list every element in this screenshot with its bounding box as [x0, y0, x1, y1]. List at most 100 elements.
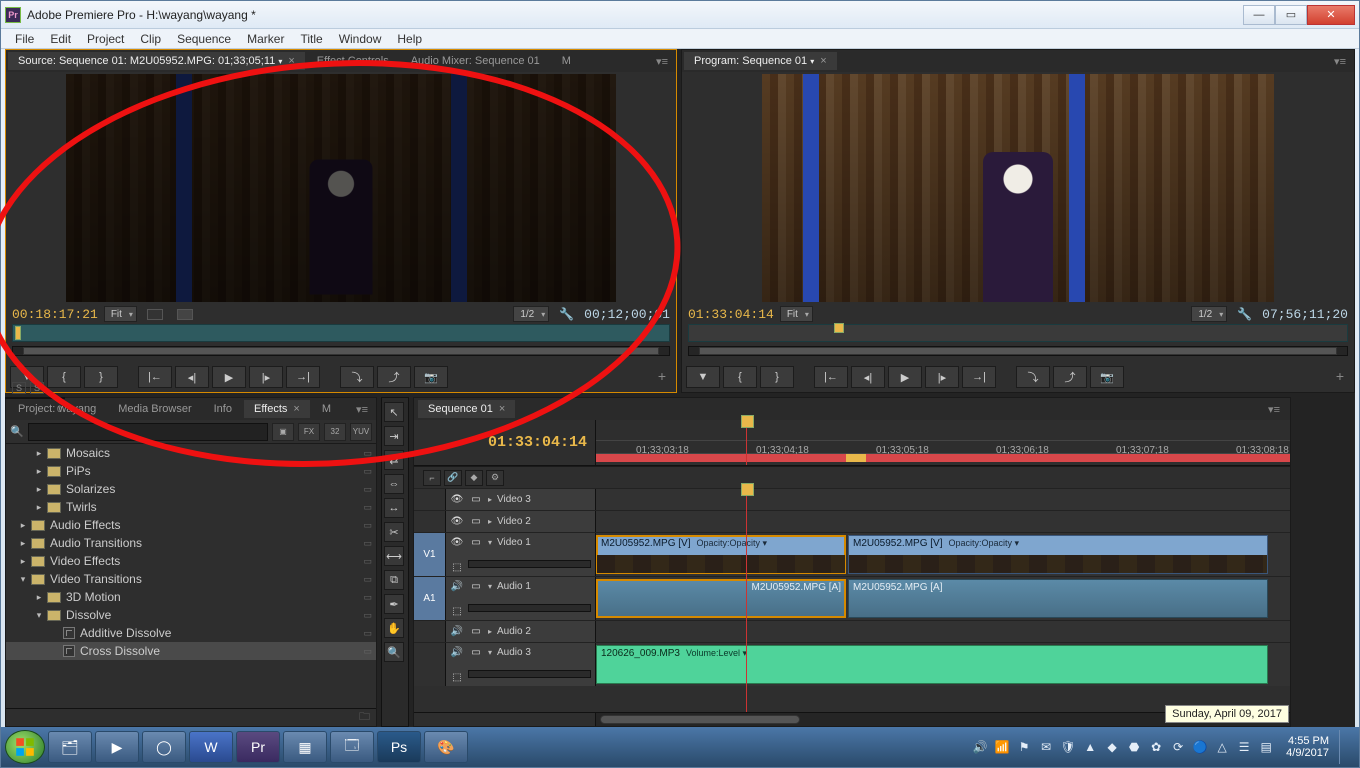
export-frame-button[interactable]: 📷 [1090, 366, 1124, 388]
play-button[interactable]: ▶ [888, 366, 922, 388]
mark-in-button[interactable]: { [47, 366, 81, 388]
slip-tool[interactable]: ⟷ [384, 546, 404, 566]
sync-lock-icon[interactable]: ⬚ [450, 560, 464, 574]
lock-icon[interactable]: ▭ [469, 493, 483, 507]
volume-icon[interactable]: 🔊 [972, 739, 988, 755]
disclosure-icon[interactable]: ▸ [18, 556, 28, 567]
effects-folder[interactable]: ▾Video Transitions▭ [6, 570, 376, 588]
step-back-button[interactable]: ◂| [175, 366, 209, 388]
slide-tool[interactable]: ⧉ [384, 570, 404, 590]
effects-folder[interactable]: ▸Audio Effects▭ [6, 516, 376, 534]
panel-menu-icon[interactable]: ▾≡ [1262, 403, 1286, 416]
output-icon[interactable] [177, 309, 193, 320]
menu-clip[interactable]: Clip [132, 30, 169, 48]
track-lane-v3[interactable] [596, 489, 1290, 510]
insert-button[interactable]: ⤵ [340, 366, 374, 388]
menu-help[interactable]: Help [389, 30, 430, 48]
track-select-tool[interactable]: ⇥ [384, 426, 404, 446]
taskbar-premiere[interactable]: Pr [236, 731, 280, 763]
button-editor-icon[interactable]: + [1330, 366, 1350, 386]
metadata-tab[interactable]: M [552, 52, 581, 70]
overwrite-button[interactable]: ⤴ [377, 366, 411, 388]
program-scrub-bar[interactable] [688, 324, 1348, 342]
lock-icon[interactable]: ▭ [469, 645, 483, 659]
effects-folder[interactable]: ▸Video Effects▭ [6, 552, 376, 570]
taskbar-paint[interactable]: 🎨 [424, 731, 468, 763]
source-res-dropdown[interactable]: 1/2 [513, 306, 549, 322]
eye-icon[interactable]: 👁 [450, 515, 464, 529]
lock-icon[interactable]: ▭ [469, 535, 483, 549]
extract-button[interactable]: ⤴ [1053, 366, 1087, 388]
32bit-toggle[interactable]: 32 [324, 423, 346, 441]
menu-project[interactable]: Project [79, 30, 132, 48]
step-forward-button[interactable]: |▸ [249, 366, 283, 388]
effects-folder[interactable]: ▸PiPs▭ [6, 462, 376, 480]
speaker-icon[interactable]: 🔊 [450, 579, 464, 593]
disclosure-icon[interactable]: ▾ [18, 574, 28, 585]
tray-icon[interactable]: △ [1214, 739, 1230, 755]
lift-button[interactable]: ⤵ [1016, 366, 1050, 388]
taskbar-clock[interactable]: 4:55 PM 4/9/2017 [1280, 735, 1329, 759]
program-viewer[interactable] [762, 74, 1274, 302]
source-scroll-bar[interactable] [12, 346, 670, 356]
settings-toggle[interactable]: ⚙ [486, 470, 504, 486]
pen-tool[interactable]: ✒ [384, 594, 404, 614]
effects-folder[interactable]: ▸Audio Transitions▭ [6, 534, 376, 552]
yuv-toggle[interactable]: YUV [350, 423, 372, 441]
add-marker-button[interactable]: ▼ [686, 366, 720, 388]
effects-folder[interactable]: ▾Dissolve▭ [6, 606, 376, 624]
ripple-edit-tool[interactable]: ⇄ [384, 450, 404, 470]
effects-folder[interactable]: ▸Twirls▭ [6, 498, 376, 516]
rate-stretch-tool[interactable]: ↔ [384, 498, 404, 518]
eye-icon[interactable]: 👁 [450, 535, 464, 549]
minimize-button[interactable]: — [1243, 5, 1275, 25]
effect-controls-tab[interactable]: Effect Controls [307, 52, 399, 70]
lock-icon[interactable]: ▭ [469, 515, 483, 529]
program-scroll-bar[interactable] [688, 346, 1348, 356]
export-frame-button[interactable]: 📷 [414, 366, 448, 388]
close-button[interactable]: ✕ [1307, 5, 1355, 25]
step-forward-button[interactable]: |▸ [925, 366, 959, 388]
track-header-a1[interactable]: 🔊▭▾Audio 1⬚ [446, 577, 596, 620]
track-source-v3[interactable] [414, 489, 446, 510]
track-header-v3[interactable]: 👁▭▸Video 3 [446, 489, 596, 510]
track-source-a1[interactable]: A1 [414, 577, 446, 620]
menu-file[interactable]: File [7, 30, 42, 48]
menu-sequence[interactable]: Sequence [169, 30, 239, 48]
info-tab[interactable]: Info [204, 400, 242, 418]
settings-wrench-icon[interactable]: 🔧 [559, 307, 574, 321]
disclosure-icon[interactable]: ▸ [34, 466, 44, 477]
zoom-tool[interactable]: 🔍 [384, 642, 404, 662]
mark-in-button[interactable]: { [723, 366, 757, 388]
start-button[interactable] [5, 730, 45, 764]
playhead[interactable] [746, 420, 747, 465]
timeline-ruler[interactable]: 01;33;03;18 01;33;04;18 01;33;05;18 01;3… [596, 420, 1290, 465]
markers-tab[interactable]: M [312, 400, 341, 418]
fx-badge-toggle[interactable]: FX [298, 423, 320, 441]
tray-icon[interactable]: ✉ [1038, 739, 1054, 755]
track-header-v1[interactable]: 👁▭▾Video 1⬚ [446, 533, 596, 576]
track-header-a3[interactable]: 🔊▭▾Audio 3⬚ [446, 643, 596, 686]
effects-folder[interactable]: ▸3D Motion▭ [6, 588, 376, 606]
step-back-button[interactable]: ◂| [851, 366, 885, 388]
source-out-timecode[interactable]: 00;12;00;01 [584, 307, 670, 322]
disclosure-icon[interactable]: ▸ [34, 502, 44, 513]
tray-icon[interactable]: ✿ [1148, 739, 1164, 755]
menu-title[interactable]: Title [292, 30, 330, 48]
menu-marker[interactable]: Marker [239, 30, 292, 48]
tray-icon[interactable]: ▤ [1258, 739, 1274, 755]
menu-window[interactable]: Window [331, 30, 390, 48]
speaker-icon[interactable]: 🔊 [450, 645, 464, 659]
taskbar-app[interactable]: ▦ [283, 731, 327, 763]
program-duration-timecode[interactable]: 07;56;11;20 [1262, 307, 1348, 322]
mark-out-button[interactable]: } [84, 366, 118, 388]
marker-toggle[interactable]: ◆ [465, 470, 483, 486]
track-lane-a3[interactable]: 120626_009.MP3Volume:Level ▾ [596, 643, 1290, 686]
track-source-v1[interactable]: V1 [414, 533, 446, 576]
linked-selection-toggle[interactable]: 🔗 [444, 470, 462, 486]
tray-icon[interactable]: ◆ [1104, 739, 1120, 755]
audio-clip[interactable]: M2U05952.MPG [A] [848, 579, 1268, 618]
solo-toggle[interactable]: S [30, 382, 44, 394]
safe-margins-icon[interactable] [147, 309, 163, 320]
show-desktop-button[interactable] [1339, 730, 1349, 764]
